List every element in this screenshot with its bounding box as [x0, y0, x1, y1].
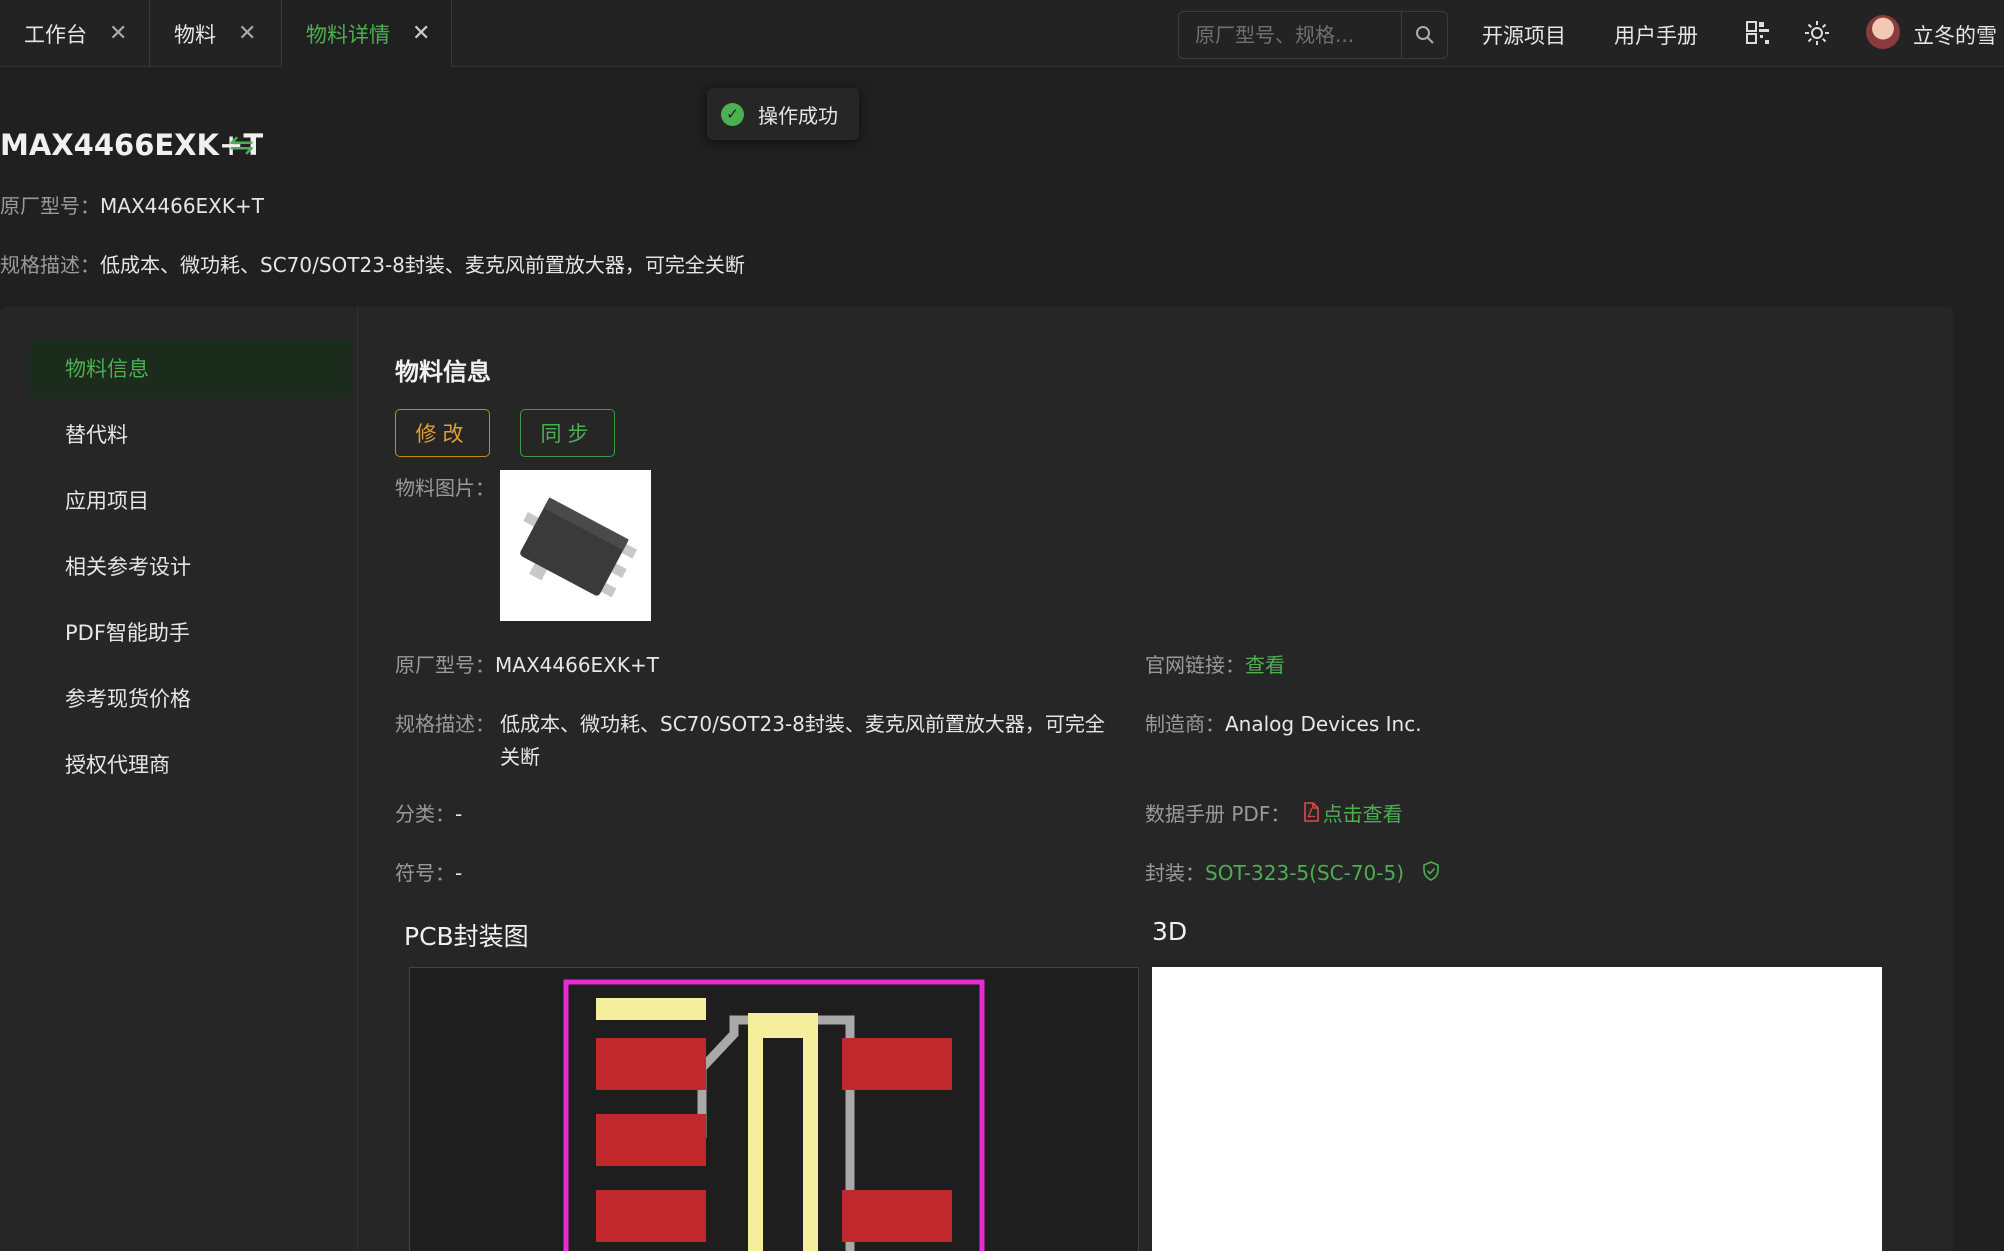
- desc-label: 规格描述：: [395, 712, 495, 736]
- package-label: 封装：: [1145, 861, 1205, 885]
- sidebar-item-label: 替代料: [65, 423, 128, 447]
- sidebar: 物料信息 替代料 应用项目 相关参考设计 PDF智能助手 参考现货价格 授权代理…: [0, 307, 358, 1251]
- pcb-title: PCB封装图: [404, 922, 529, 951]
- symbol-row: 符号：-: [395, 857, 462, 890]
- close-icon[interactable]: ✕: [238, 21, 256, 46]
- sidebar-item-price[interactable]: 参考现货价格: [29, 668, 351, 728]
- sidebar-item-label: 物料信息: [65, 357, 149, 381]
- pdf-file-icon: [1303, 799, 1319, 832]
- success-toast: ✓ 操作成功: [707, 88, 859, 140]
- tab-label: 工作台: [24, 22, 87, 47]
- verified-shield-icon: [1422, 858, 1440, 891]
- datasheet-link[interactable]: 点击查看: [1323, 802, 1403, 826]
- search-box: [1178, 11, 1448, 59]
- sidebar-item-alternatives[interactable]: 替代料: [29, 404, 351, 464]
- sidebar-item-label: 应用项目: [65, 489, 149, 513]
- section-title: 物料信息: [395, 358, 491, 386]
- datasheet-label: 数据手册 PDF：: [1145, 802, 1291, 826]
- mpn-value: MAX4466EXK+T: [495, 653, 659, 677]
- open-source-link[interactable]: 开源项目: [1482, 20, 1566, 50]
- header-mpn-row: 原厂型号：MAX4466EXK+T: [0, 190, 264, 219]
- close-icon[interactable]: ✕: [412, 21, 430, 46]
- search-icon: [1415, 26, 1434, 44]
- website-label: 官网链接：: [1145, 653, 1245, 677]
- toast-text: 操作成功: [758, 103, 838, 128]
- desc-value-line1: 低成本、微功耗、SC70/SOT23-8封装、麦克风前置放大器，可完全: [500, 712, 1105, 736]
- qrcode-icon[interactable]: [1743, 18, 1773, 48]
- package-row: 封装：SOT-323-5(SC-70-5): [1145, 857, 1440, 891]
- manufacturer-label: 制造商：: [1145, 712, 1225, 736]
- avatar[interactable]: [1866, 15, 1900, 49]
- page-title: MAX4466EXK+T: [0, 128, 264, 162]
- close-icon[interactable]: ✕: [109, 21, 127, 46]
- manufacturer-value: Analog Devices Inc.: [1225, 712, 1422, 736]
- sync-button[interactable]: 同步: [520, 409, 615, 457]
- part-image[interactable]: [500, 470, 651, 621]
- tab-label: 物料详情: [306, 22, 390, 47]
- image-label: 物料图片：: [395, 476, 495, 500]
- package-link[interactable]: SOT-323-5(SC-70-5): [1205, 861, 1404, 885]
- pcb-footprint-view[interactable]: [409, 967, 1139, 1251]
- model-3d-title: 3D: [1152, 917, 1188, 946]
- tab-label: 物料: [174, 22, 216, 47]
- category-value: -: [455, 802, 463, 826]
- category-row: 分类：-: [395, 798, 462, 831]
- sidebar-item-label: 参考现货价格: [65, 687, 191, 711]
- tab-materials[interactable]: 物料 ✕: [150, 0, 282, 67]
- desc-value-line2: 关断: [500, 745, 540, 769]
- theme-sun-icon[interactable]: [1802, 18, 1832, 48]
- mpn-value: MAX4466EXK+T: [100, 194, 264, 218]
- top-bar: 工作台 ✕ 物料 ✕ 物料详情 ✕ 开源项目 用户手册 立冬的雪: [0, 0, 2004, 67]
- swap-icon[interactable]: ⇋: [229, 128, 254, 163]
- edit-button[interactable]: 修改: [395, 409, 490, 457]
- tab-workbench[interactable]: 工作台 ✕: [0, 0, 150, 67]
- model-3d-view[interactable]: [1152, 967, 1882, 1251]
- symbol-value: -: [455, 861, 463, 885]
- username[interactable]: 立冬的雪: [1913, 20, 1997, 50]
- sidebar-item-label: 相关参考设计: [65, 555, 191, 579]
- category-label: 分类：: [395, 802, 455, 826]
- header-desc-row: 规格描述：低成本、微功耗、SC70/SOT23-8封装、麦克风前置放大器，可完全…: [0, 249, 745, 278]
- sidebar-item-pdf-assistant[interactable]: PDF智能助手: [29, 602, 351, 662]
- sidebar-item-distributors[interactable]: 授权代理商: [29, 734, 351, 794]
- desc-label: 规格描述：: [0, 253, 100, 277]
- website-row: 官网链接：查看: [1145, 649, 1285, 682]
- sidebar-item-label: PDF智能助手: [65, 621, 190, 645]
- website-link[interactable]: 查看: [1245, 653, 1285, 677]
- check-circle-icon: ✓: [721, 102, 744, 126]
- user-manual-link[interactable]: 用户手册: [1614, 20, 1698, 50]
- mpn-row: 原厂型号：MAX4466EXK+T: [395, 649, 659, 682]
- search-input[interactable]: [1179, 12, 1401, 58]
- sidebar-item-material-info[interactable]: 物料信息: [29, 338, 351, 398]
- manufacturer-row: 制造商：Analog Devices Inc.: [1145, 708, 1422, 741]
- datasheet-row: 数据手册 PDF： 点击查看: [1145, 798, 1403, 832]
- desc-value: 低成本、微功耗、SC70/SOT23-8封装、麦克风前置放大器，可完全关断: [100, 253, 745, 277]
- sidebar-item-reference-designs[interactable]: 相关参考设计: [29, 536, 351, 596]
- detail-card: 物料信息 替代料 应用项目 相关参考设计 PDF智能助手 参考现货价格 授权代理…: [0, 307, 1953, 1251]
- sidebar-item-label: 授权代理商: [65, 753, 170, 777]
- search-button[interactable]: [1401, 12, 1447, 58]
- symbol-label: 符号：: [395, 861, 455, 885]
- mpn-label: 原厂型号：: [395, 653, 495, 677]
- mpn-label: 原厂型号：: [0, 194, 100, 218]
- tab-material-detail[interactable]: 物料详情 ✕: [282, 0, 452, 67]
- sidebar-item-projects[interactable]: 应用项目: [29, 470, 351, 530]
